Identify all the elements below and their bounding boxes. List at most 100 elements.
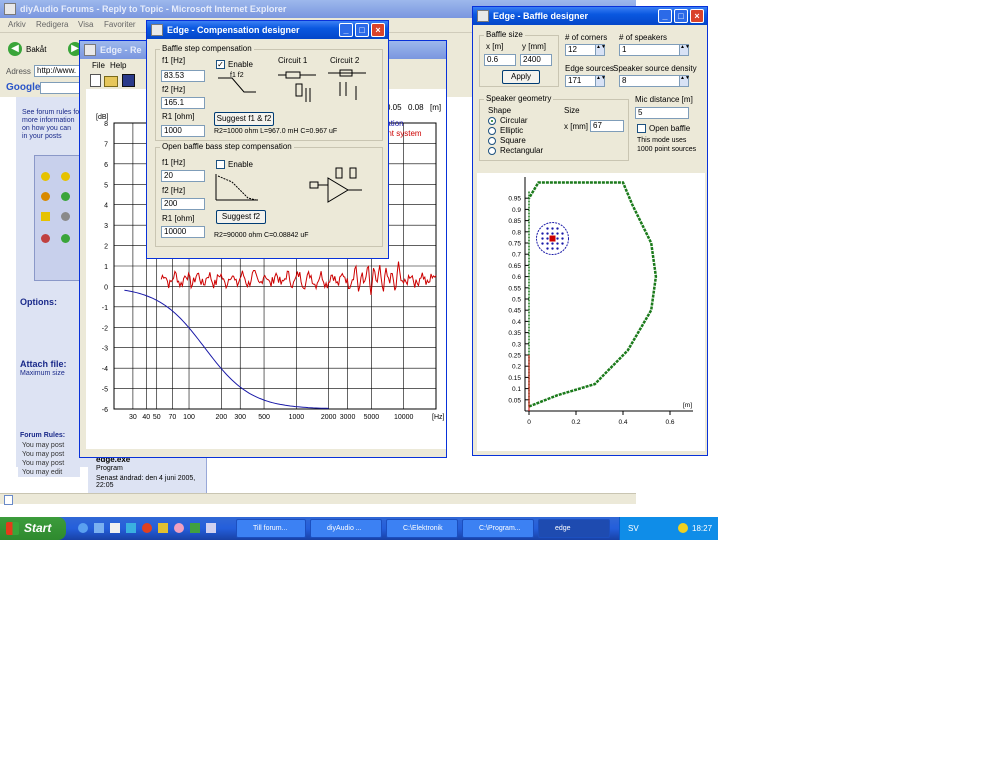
suggest-f1f2-button[interactable]: Suggest f1 & f2 — [214, 112, 274, 126]
close-button[interactable]: × — [371, 23, 385, 37]
close-button[interactable]: × — [690, 9, 704, 23]
menu-help[interactable]: Help — [110, 61, 126, 70]
smiley-icon[interactable] — [61, 192, 70, 201]
quicklaunch-app-icon[interactable] — [126, 523, 136, 533]
smiley-icon[interactable] — [41, 192, 50, 201]
back-label[interactable]: Bakåt — [26, 45, 46, 54]
smiley-icon[interactable] — [41, 212, 50, 221]
minimize-button[interactable]: _ — [658, 9, 672, 23]
x-tick-label: 0.6 — [665, 419, 674, 426]
start-button[interactable]: Start — [0, 517, 66, 540]
x-tick-label: 50 — [153, 414, 161, 421]
baffle-x-input[interactable]: 0.6 — [484, 54, 516, 66]
y-tick-label: 0.45 — [508, 308, 521, 315]
task-button-elektronik[interactable]: C:\Elektronik — [386, 519, 458, 538]
size-x-input[interactable]: 67 — [590, 120, 624, 132]
back-arrow-icon[interactable]: ◀ — [8, 42, 22, 56]
y-tick-label: -6 — [102, 407, 108, 414]
quicklaunch-app-icon[interactable] — [158, 523, 168, 533]
language-indicator[interactable]: SV — [628, 517, 639, 540]
mic-distance-input[interactable]: 5 — [635, 107, 689, 119]
open-folder-icon[interactable] — [104, 76, 118, 87]
windows-logo-icon — [6, 522, 19, 535]
shape-rectangular-radio[interactable] — [488, 147, 496, 155]
edge-sources-label: Edge sources — [565, 64, 614, 73]
baffle-size-group: Baffle size x [m] y [mm] 0.6 2400 Apply — [479, 30, 559, 87]
speakers-spinner[interactable]: ▲▼ — [679, 45, 690, 55]
f1-label: f1 [Hz] — [162, 56, 186, 65]
source-point — [546, 232, 549, 235]
apply-button[interactable]: Apply — [502, 70, 540, 84]
baffle-titlebar[interactable]: Edge - Baffle designer _ □ × — [473, 7, 707, 25]
task-button-diyaudio[interactable]: diyAudio ... — [310, 519, 382, 538]
circuit2-diagram-icon — [328, 69, 366, 100]
edge-toolbar — [90, 72, 150, 88]
density-spinner[interactable]: ▲▼ — [679, 76, 690, 86]
quicklaunch-app-icon[interactable] — [174, 523, 184, 533]
menu-file[interactable]: File — [92, 61, 105, 70]
speakers-input[interactable]: 1 ▲▼ — [619, 44, 690, 56]
enable2-checkbox[interactable] — [216, 160, 225, 169]
of2-input[interactable]: 200 — [161, 198, 205, 210]
quicklaunch-app-icon[interactable] — [190, 523, 200, 533]
smiley-icon[interactable] — [41, 234, 50, 243]
f2-input[interactable]: 165.1 — [161, 97, 205, 109]
suggest-f2-button[interactable]: Suggest f2 — [216, 210, 266, 224]
menu-favoriter[interactable]: Favoriter — [104, 20, 136, 29]
f1-input[interactable]: 83.53 — [161, 70, 205, 82]
compensation-titlebar[interactable]: Edge - Compensation designer _ □ × — [147, 21, 388, 39]
maximize-button[interactable]: □ — [355, 23, 369, 37]
baffle-y-label: y [mm] — [522, 42, 546, 51]
quicklaunch-app-icon[interactable] — [206, 523, 216, 533]
task-button-edge[interactable]: edge — [538, 519, 610, 538]
smiley-icon[interactable] — [41, 172, 50, 181]
density-input[interactable]: 8 ▲▼ — [619, 75, 690, 87]
smiley-icon[interactable] — [61, 172, 70, 181]
shape-circular-label: Circular — [500, 116, 528, 125]
maximize-button[interactable]: □ — [674, 9, 688, 23]
rule-line: You may post — [22, 460, 65, 467]
shape-elliptic-radio[interactable] — [488, 127, 496, 135]
smiley-icon[interactable] — [61, 212, 70, 221]
task-button-program[interactable]: C:\Program... — [462, 519, 534, 538]
x-tick-label: 10000 — [394, 414, 414, 421]
shape-square-radio[interactable] — [488, 137, 496, 145]
quicklaunch-app-icon[interactable] — [110, 523, 120, 533]
quicklaunch-app-icon[interactable] — [142, 523, 152, 533]
menu-arkiv[interactable]: Arkiv — [8, 20, 26, 29]
edge-sources-spinner[interactable]: ▲▼ — [595, 76, 606, 86]
menu-visa[interactable]: Visa — [78, 20, 93, 29]
open-baffle-response-icon — [215, 174, 258, 201]
of1-input[interactable]: 20 — [161, 170, 205, 182]
open-baffle-group: Open baffle bass step compensation f1 [H… — [155, 142, 383, 247]
menu-redigera[interactable]: Redigera — [36, 20, 68, 29]
or1-input[interactable]: 10000 — [161, 226, 205, 238]
google-search-input[interactable] — [40, 82, 80, 94]
circuit1-label: Circuit 1 — [278, 56, 308, 65]
y-tick-label: 0.95 — [508, 196, 521, 203]
task-button-forum[interactable]: Till forum... — [236, 519, 306, 538]
open-baffle-checkbox[interactable] — [637, 124, 646, 133]
corners-spinner[interactable]: ▲▼ — [595, 45, 606, 55]
y-tick-label: 0.75 — [508, 241, 521, 248]
compensation-title: Edge - Compensation designer — [167, 25, 300, 35]
edge-sources-input[interactable]: 171 ▲▼ — [565, 75, 606, 87]
baffle-plot-axes: 0.95 0.9 0.85 0.8 0.75 0.7 0.65 0.6 0.55 0.5 0.45 0… — [508, 177, 693, 426]
enable-checkbox[interactable]: ✓ — [216, 60, 225, 69]
open-baffle-label: Open baffle bass step compensation — [160, 142, 294, 151]
compensation-designer-window: Edge - Compensation designer _ □ × Baffl… — [146, 20, 389, 259]
x-tick-label: 70 — [168, 414, 176, 421]
quicklaunch-desktop-icon[interactable] — [94, 523, 104, 533]
save-disk-icon[interactable] — [122, 74, 135, 87]
tray-app-icon[interactable] — [678, 523, 688, 533]
smiley-icon[interactable] — [61, 234, 70, 243]
shape-circular-radio[interactable] — [488, 117, 496, 125]
r1-input[interactable]: 1000 — [161, 125, 205, 137]
corners-input[interactable]: 12 ▲▼ — [565, 44, 606, 56]
quicklaunch-ie-icon[interactable] — [78, 523, 88, 533]
source-point — [556, 237, 559, 240]
minimize-button[interactable]: _ — [339, 23, 353, 37]
new-file-icon[interactable] — [90, 74, 101, 87]
size-x-label: x [mm] — [564, 122, 588, 131]
baffle-y-input[interactable]: 2400 — [520, 54, 552, 66]
